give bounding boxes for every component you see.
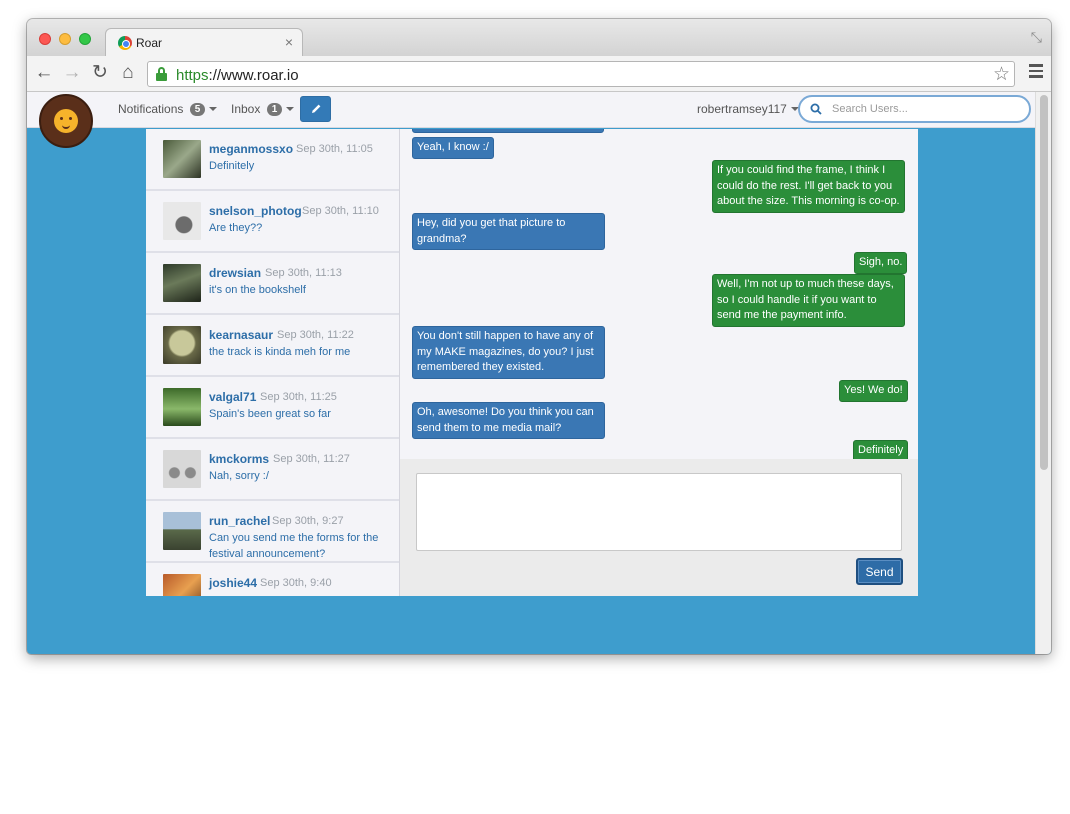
search-users-box (798, 95, 1031, 123)
conversation-item[interactable]: kmckorms Sep 30th, 11:27 Nah, sorry :/ (146, 439, 399, 501)
message-bubble-sent: Yes! We do! (839, 380, 908, 402)
conversation-item[interactable]: drewsian Sep 30th, 11:13 it's on the boo… (146, 253, 399, 315)
tab-close-icon[interactable]: × (285, 34, 293, 50)
messages-panel: meganmossxo Sep 30th, 11:05 Definitely s… (146, 129, 918, 596)
inbox-badge: 1 (266, 103, 283, 116)
conversation-username: snelson_photog (209, 204, 302, 218)
conversation-preview: it's on the bookshelf (209, 284, 306, 296)
reload-icon[interactable]: ↻ (89, 62, 111, 84)
avatar (163, 512, 201, 550)
bookmark-star-icon[interactable]: ☆ (993, 63, 1010, 86)
conversation-item[interactable]: joshie44 Sep 30th, 9:40 (146, 563, 399, 596)
back-icon[interactable]: ← (33, 62, 55, 84)
conversation-preview: Spain's been great so far (209, 408, 331, 420)
avatar (163, 388, 201, 426)
message-bubble-received-partial (412, 129, 604, 133)
minimize-window-button[interactable] (59, 33, 71, 45)
conversation-timestamp: Sep 30th, 9:40 (260, 577, 332, 589)
conversation-username: meganmossxo (209, 142, 294, 156)
avatar (163, 140, 201, 178)
avatar (163, 202, 201, 240)
conversation-username: kmckorms (209, 452, 270, 466)
close-window-button[interactable] (39, 33, 51, 45)
tab-strip: Roar × ⤡ (27, 19, 1051, 56)
fullscreen-icon[interactable]: ⤡ (1031, 29, 1042, 46)
conversation-item[interactable]: meganmossxo Sep 30th, 11:05 Definitely (146, 129, 399, 191)
forward-icon[interactable]: → (61, 62, 83, 84)
message-bubble-sent: Sigh, no. (854, 252, 908, 274)
conversation-preview: Are they?? (209, 222, 263, 234)
conversation-list: meganmossxo Sep 30th, 11:05 Definitely s… (146, 129, 400, 596)
conversation-username: kearnasaur (209, 328, 274, 342)
url-text: https://www.roar.io (176, 67, 299, 84)
conversation-item[interactable]: run_rachel Sep 30th, 9:27 Can you send m… (146, 501, 399, 563)
home-icon[interactable]: ⌂ (117, 62, 139, 84)
send-button[interactable]: Send (856, 558, 903, 585)
browser-window: Roar × ⤡ ← → ↻ ⌂ https://www.roar.io ☆ N… (27, 19, 1051, 654)
conversation-timestamp: Sep 30th, 11:25 (260, 391, 337, 403)
conversation-timestamp: Sep 30th, 11:22 (277, 329, 354, 341)
address-bar[interactable]: https://www.roar.io ☆ (147, 61, 1015, 87)
conversation-preview: the track is kinda meh for me (209, 346, 351, 358)
conversation-preview: Can you send me the forms for the festiv… (209, 532, 379, 560)
conversation-timestamp: Sep 30th, 11:05 (296, 143, 373, 155)
message-bubble-received: Yeah, I know :/ (412, 137, 494, 159)
caret-down-icon (286, 107, 295, 111)
tab-title: Roar (136, 36, 163, 50)
browser-toolbar: ← → ↻ ⌂ https://www.roar.io ☆ (27, 56, 1051, 92)
browser-menu-icon[interactable] (1029, 64, 1043, 78)
zoom-window-button[interactable] (79, 33, 91, 45)
inbox-dropdown[interactable]: Inbox 1 (231, 102, 295, 116)
pencil-icon (312, 104, 321, 113)
tab-roar[interactable]: Roar × (105, 28, 303, 56)
conversation-item[interactable]: valgal71 Sep 30th, 11:25 Spain's been gr… (146, 377, 399, 439)
user-menu-dropdown[interactable]: robertramsey117 (697, 102, 799, 116)
avatar (163, 450, 201, 488)
reply-composer: Send (400, 459, 918, 596)
message-bubble-sent: Well, I'm not up to much these days, so … (712, 274, 905, 327)
chrome-favicon-icon (118, 36, 132, 50)
notifications-badge: 5 (189, 103, 206, 116)
conversation-item[interactable]: kearnasaur Sep 30th, 11:22 the track is … (146, 315, 399, 377)
conversation-timestamp: Sep 30th, 11:13 (265, 267, 342, 279)
roar-lion-logo[interactable] (39, 94, 93, 148)
notifications-dropdown[interactable]: Notifications 5 (118, 102, 218, 116)
avatar (163, 574, 201, 596)
message-bubble-received: You don't still happen to have any of my… (412, 326, 605, 379)
message-thread: Yeah, I know :/ If you could find the fr… (400, 129, 918, 462)
conversation-preview: Nah, sorry :/ (209, 470, 269, 482)
reply-textarea[interactable] (416, 473, 902, 551)
page-viewport: Notifications 5 Inbox 1 robertramsey117 (27, 92, 1051, 654)
avatar (163, 264, 201, 302)
search-users-input[interactable] (832, 101, 1022, 117)
conversation-timestamp: Sep 30th, 11:10 (302, 205, 379, 217)
app-navbar: Notifications 5 Inbox 1 robertramsey117 (27, 92, 1035, 148)
compose-button[interactable] (300, 96, 331, 122)
message-bubble-received: Hey, did you get that picture to grandma… (412, 213, 605, 250)
page-scrollbar[interactable] (1035, 92, 1051, 654)
conversation-username: drewsian (209, 266, 262, 280)
scrollbar-thumb[interactable] (1040, 95, 1048, 470)
conversation-item[interactable]: snelson_photog Sep 30th, 11:10 Are they?… (146, 191, 399, 253)
conversation-timestamp: Sep 30th, 9:27 (272, 515, 344, 527)
caret-down-icon (209, 107, 218, 111)
conversation-timestamp: Sep 30th, 11:27 (273, 453, 350, 465)
conversation-username: valgal71 (209, 390, 257, 404)
conversation-username: joshie44 (209, 576, 258, 590)
conversation-username: run_rachel (209, 514, 271, 528)
conversation-preview: Definitely (209, 160, 255, 172)
search-icon (810, 103, 822, 115)
lock-icon (156, 67, 167, 81)
avatar (163, 326, 201, 364)
message-bubble-sent: If you could find the frame, I think I c… (712, 160, 905, 213)
message-bubble-received: Oh, awesome! Do you think you can send t… (412, 402, 605, 439)
